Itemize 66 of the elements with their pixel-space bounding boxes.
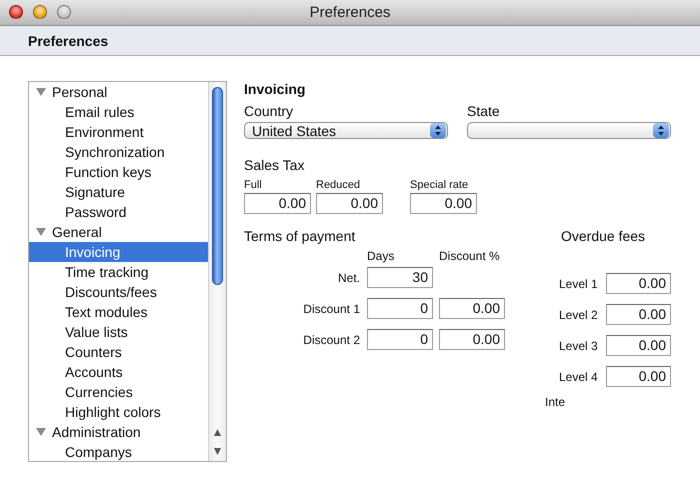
- disclosure-triangle-icon[interactable]: [36, 427, 46, 437]
- section-heading: Invoicing: [244, 81, 306, 97]
- sidebar-item[interactable]: Signature: [29, 182, 208, 202]
- field-label: State: [467, 103, 501, 119]
- field-label: Country: [244, 103, 294, 119]
- stepper-icon: [653, 123, 669, 138]
- row-label: Inte: [545, 395, 566, 409]
- minimize-button[interactable]: [33, 5, 47, 19]
- input-field[interactable]: 0: [367, 298, 433, 319]
- stepper-icon: [430, 123, 446, 138]
- close-button[interactable]: [9, 5, 23, 19]
- sidebar-item[interactable]: Environment: [29, 122, 208, 142]
- input-field[interactable]: 0.00: [439, 298, 505, 319]
- disclosure-triangle-icon[interactable]: [36, 87, 46, 97]
- sidebar-item[interactable]: Email rules: [29, 102, 208, 122]
- sidebar-item[interactable]: Invoicing: [29, 242, 208, 262]
- column-header: Discount %: [439, 249, 501, 263]
- up-arrow-icon[interactable]: [213, 428, 222, 437]
- sidebar-item[interactable]: Personal: [29, 82, 208, 102]
- sidebar-item[interactable]: Accounts: [29, 362, 208, 382]
- input-field[interactable]: 0.00: [244, 193, 311, 214]
- input-field[interactable]: 30: [367, 267, 433, 288]
- disclosure-triangle-icon[interactable]: [36, 227, 46, 237]
- zoom-button[interactable]: [57, 5, 71, 19]
- field-label: Special rate: [410, 179, 470, 191]
- sidebar-item[interactable]: Discounts/fees: [29, 282, 208, 302]
- row-label: Discount 1: [302, 302, 361, 316]
- sidebar-item[interactable]: Text modules: [29, 302, 208, 322]
- input-field[interactable]: 0.00: [410, 193, 477, 214]
- sidebar-item[interactable]: Value lists: [29, 322, 208, 342]
- input-field[interactable]: 0.00: [439, 329, 505, 350]
- field-label: Reduced: [316, 179, 362, 191]
- sidebar-item[interactable]: General: [29, 222, 208, 242]
- sidebar-item[interactable]: Function keys: [29, 162, 208, 182]
- input-field[interactable]: 0.00: [606, 366, 671, 387]
- toolbar-title: Preferences: [28, 32, 108, 48]
- row-label: Discount 2: [302, 332, 361, 346]
- row-label: Level 3: [558, 338, 599, 352]
- window-title: Preferences: [310, 4, 390, 21]
- sidebar-item[interactable]: Counters: [29, 342, 208, 362]
- input-field[interactable]: 0.00: [606, 304, 671, 325]
- scrollbar[interactable]: [208, 82, 226, 461]
- sidebar-item[interactable]: Highlight colors: [29, 402, 208, 422]
- input-field[interactable]: 0.00: [316, 193, 383, 214]
- section-heading: Sales Tax: [244, 157, 306, 173]
- section-heading: Overdue fees: [561, 228, 646, 244]
- row-label: Net.: [336, 270, 361, 284]
- sidebar-item[interactable]: Companys: [29, 442, 208, 461]
- state-dropdown[interactable]: [467, 122, 671, 139]
- sidebar-item[interactable]: Password: [29, 202, 208, 222]
- input-field[interactable]: 0.00: [606, 273, 671, 294]
- row-label: Level 1: [558, 276, 599, 290]
- field-label: Full: [244, 179, 263, 191]
- row-label: Level 4: [558, 370, 599, 384]
- country-dropdown[interactable]: United States: [244, 122, 448, 139]
- section-heading: Terms of payment: [244, 228, 356, 244]
- input-field[interactable]: 0: [367, 329, 433, 350]
- sidebar-item[interactable]: Time tracking: [29, 262, 208, 282]
- row-label: Level 2: [558, 308, 599, 322]
- sidebar-item[interactable]: Administration: [29, 422, 208, 442]
- scrollbar-thumb[interactable]: [212, 87, 223, 285]
- down-arrow-icon[interactable]: [213, 447, 222, 456]
- column-header: Days: [367, 249, 396, 263]
- input-field[interactable]: 0.00: [606, 335, 671, 356]
- sidebar-item[interactable]: Currencies: [29, 382, 208, 402]
- sidebar-item[interactable]: Synchronization: [29, 142, 208, 162]
